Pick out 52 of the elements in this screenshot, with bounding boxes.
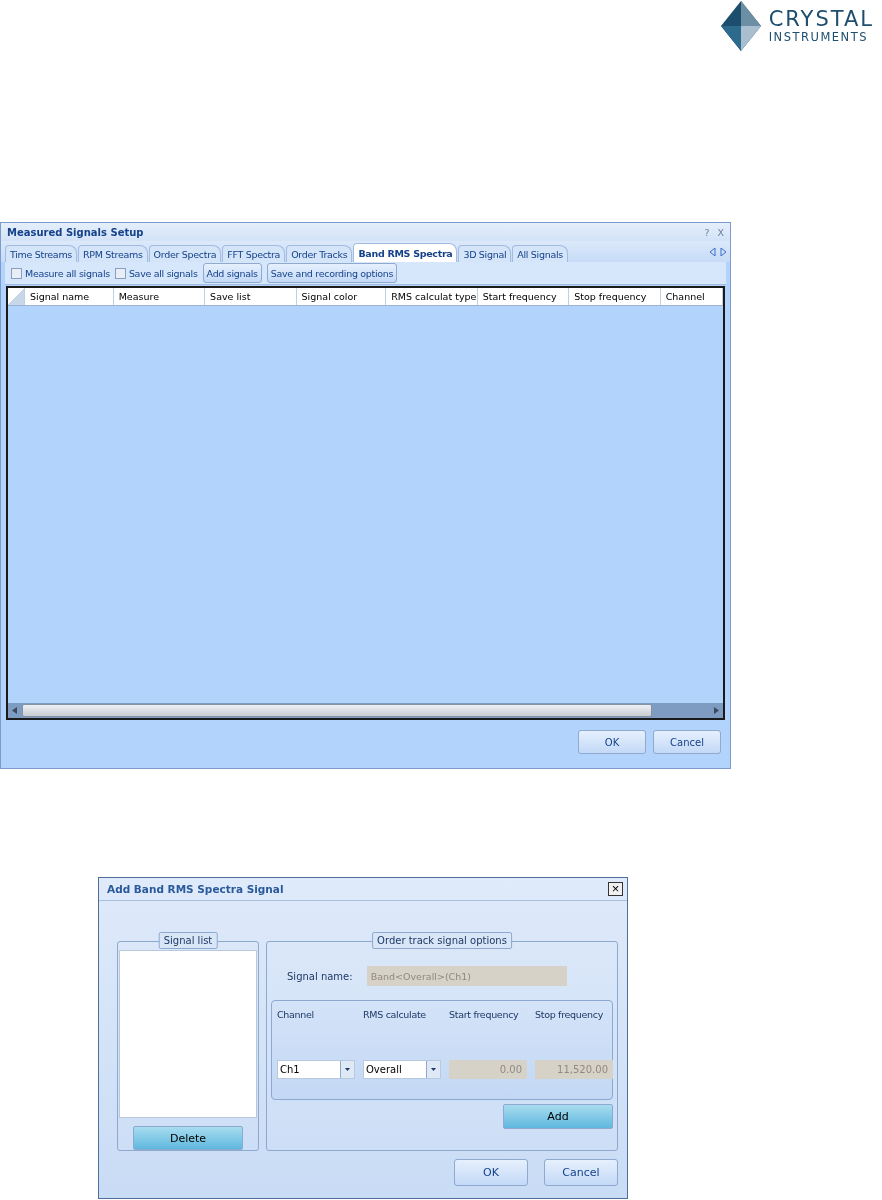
- checkbox-label[interactable]: Save all signals: [128, 267, 198, 279]
- column-label: RMS calculate: [363, 1009, 427, 1022]
- delete-button[interactable]: Delete: [133, 1126, 243, 1150]
- column-header[interactable]: Signal name: [24, 288, 114, 305]
- tab[interactable]: All Signals: [512, 245, 568, 262]
- close-button[interactable]: X: [717, 226, 724, 238]
- toolbar-button[interactable]: Save and recording options: [266, 263, 398, 283]
- window-title: Measured Signals Setup: [7, 226, 144, 238]
- dropdown[interactable]: Ch1: [277, 1059, 355, 1079]
- horizontal-scrollbar[interactable]: [8, 703, 723, 718]
- close-button[interactable]: ×: [608, 882, 623, 896]
- tab[interactable]: FFT Spectra: [222, 245, 286, 262]
- dialog-button[interactable]: OK: [454, 1159, 528, 1186]
- column-label: Channel: [277, 1009, 315, 1022]
- logo-icon: [720, 1, 761, 51]
- column-header[interactable]: Stop frequency: [569, 288, 661, 305]
- tab[interactable]: Band RMS Spectra: [353, 243, 458, 262]
- column-header[interactable]: Channel: [660, 288, 723, 305]
- column-header[interactable]: Measure: [113, 288, 206, 305]
- tab[interactable]: Order Spectra: [148, 245, 222, 262]
- checkbox-label[interactable]: Measure all signals: [25, 267, 110, 279]
- add-button[interactable]: Add: [503, 1104, 613, 1129]
- help-button[interactable]: ?: [704, 226, 710, 238]
- column-header[interactable]: Save list: [205, 288, 297, 305]
- tab[interactable]: Order Tracks: [286, 245, 353, 262]
- dialog-button[interactable]: Cancel: [653, 730, 721, 754]
- scroll-right-icon: [720, 247, 726, 256]
- tab[interactable]: 3D Signal: [458, 245, 512, 262]
- column-header[interactable]: RMS calculat type: [386, 288, 478, 305]
- column-header[interactable]: Start frequency: [477, 288, 570, 305]
- dialog-button[interactable]: OK: [578, 730, 646, 754]
- column-header[interactable]: Signal color: [296, 288, 387, 305]
- group-title: Signal list: [158, 932, 218, 949]
- tab[interactable]: RPM Streams: [78, 245, 148, 262]
- caret-icon: [345, 1067, 350, 1071]
- toolbar-button[interactable]: Add signals: [202, 263, 262, 283]
- signal-list[interactable]: [119, 950, 257, 1119]
- logo-subtitle: INSTRUMENTS: [768, 30, 869, 44]
- column-label: Start frequency: [449, 1009, 520, 1022]
- checkbox[interactable]: [114, 267, 126, 279]
- window-title: Add Band RMS Spectra Signal: [107, 883, 284, 895]
- caret-icon: [431, 1067, 436, 1071]
- select-all-corner[interactable]: [8, 288, 25, 305]
- dropdown[interactable]: Overall: [363, 1059, 441, 1079]
- scroll-left-icon: [710, 247, 716, 256]
- checkbox[interactable]: [11, 267, 22, 279]
- group-title: Order track signal options: [372, 932, 512, 949]
- field-label: Signal name:: [287, 970, 353, 982]
- dialog-button[interactable]: Cancel: [544, 1159, 618, 1186]
- tab[interactable]: Time Streams: [5, 245, 77, 262]
- logo-title: CRYSTAL: [768, 8, 874, 30]
- column-label: Stop frequency: [535, 1009, 605, 1022]
